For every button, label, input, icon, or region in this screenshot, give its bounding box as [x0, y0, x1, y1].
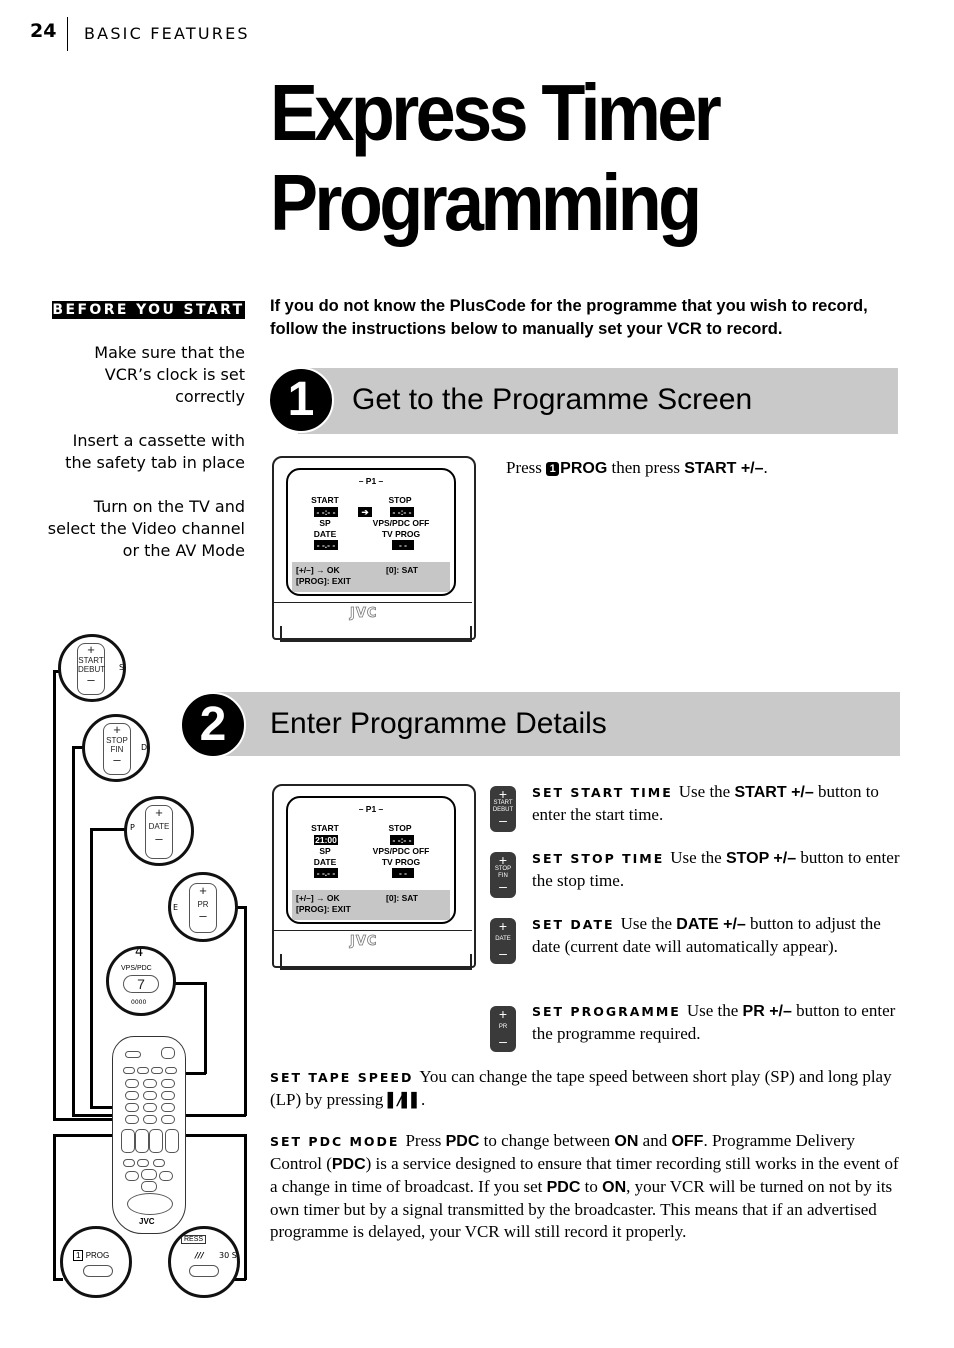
- osd-speed: SP: [319, 846, 331, 856]
- before-you-start-item: Make sure that the VCR’s clock is set co…: [35, 342, 245, 408]
- page-title: Express Timer Programming: [270, 68, 722, 248]
- osd-stop-label: STOP: [388, 495, 412, 505]
- keyword: SET PROGRAMME: [532, 1004, 681, 1019]
- title-line-1: Express Timer: [270, 68, 722, 157]
- tape-speed-button-callout: RESS /// 30 S: [168, 1226, 240, 1298]
- osd-stop-value: - -:- -: [390, 835, 414, 845]
- osd-tvprog-value: - -: [392, 540, 414, 550]
- pr-button-callout: + PR – E: [168, 872, 238, 942]
- osd-footer-exit: [PROG]: EXIT: [296, 904, 351, 914]
- osd-stop-label: STOP: [388, 823, 412, 833]
- osd-tvprog-label: TV PROG: [381, 529, 421, 539]
- osd-stop-value: - -:- -: [390, 507, 414, 517]
- set-date-text: SET DATE Use the DATE +/– button to adjus…: [532, 914, 881, 956]
- osd-header: – P1 –: [358, 804, 384, 814]
- step-1-number: 1: [268, 367, 334, 433]
- osd-vps: VPS/PDC OFF: [372, 518, 430, 528]
- osd-start-value: - -:- -: [314, 507, 338, 517]
- step-1-instruction: Press 1 PROG then press START +/–.: [506, 458, 768, 478]
- set-pdc-mode-text: SET PDC MODE Press PDC to change between …: [270, 1131, 899, 1241]
- text: .: [763, 458, 768, 477]
- keyword: SET START TIME: [532, 785, 673, 800]
- item-line: correctly: [175, 387, 245, 406]
- date-button-icon: + DATE –: [490, 918, 516, 964]
- prog-key-label: 1 PROG: [546, 460, 607, 477]
- stop-button-callout: + STOP FIN – D: [82, 714, 150, 782]
- key-1-icon: 1: [546, 462, 560, 476]
- start-button-label: START +/–: [684, 460, 764, 477]
- tape-speed-icon: ▌/▌▌: [387, 1093, 422, 1109]
- remote-brand: JVC: [139, 1217, 155, 1226]
- item-line: Insert a cassette with: [72, 431, 245, 450]
- osd-speed: SP: [319, 518, 331, 528]
- item-line: the safety tab in place: [65, 453, 245, 472]
- item-line: Make sure that the: [94, 343, 245, 362]
- step-2-title: Enter Programme Details: [270, 707, 607, 740]
- pr-button-icon: + PR –: [490, 1006, 516, 1052]
- jvc-logo: JVC: [350, 606, 378, 622]
- stop-button-icon: + STOP FIN –: [490, 852, 516, 898]
- osd-footer-sat: [0]: SAT: [386, 565, 418, 575]
- vps-pdc-button-callout: 4 VPS/PDC 7 0000: [106, 946, 176, 1016]
- item-line: or the AV Mode: [122, 541, 245, 560]
- osd-start-label: START: [311, 495, 339, 505]
- start-button-icon: + START DEBUT –: [490, 786, 516, 832]
- set-programme-text: SET PROGRAMME Use the PR +/– button to en…: [532, 1001, 896, 1043]
- osd-start-label: START: [311, 823, 339, 833]
- set-start-time-text: SET START TIME Use the START +/– button t…: [532, 782, 879, 824]
- tv-screen-illustration-1: – P1 – START - -:- - ➔ STOP - -:- - SP V…: [272, 456, 476, 644]
- step-1-title: Get to the Programme Screen: [352, 383, 753, 416]
- title-line-2: Programming: [270, 158, 702, 247]
- arrow-icon: ➔: [358, 507, 372, 517]
- osd-header: – P1 –: [358, 476, 384, 486]
- item-line: VCR’s clock is set: [104, 365, 245, 384]
- text: Press: [506, 458, 542, 477]
- osd-screen: – P1 – START - -:- - ➔ STOP - -:- - SP V…: [286, 468, 456, 596]
- step-2-number: 2: [180, 692, 246, 758]
- osd-date-label: DATE: [313, 529, 337, 539]
- osd-footer: [+/–] → OK [PROG]: EXIT [0]: SAT: [292, 562, 450, 592]
- keyword: SET TAPE SPEED: [270, 1070, 414, 1085]
- osd-footer-exit: [PROG]: EXIT: [296, 576, 351, 586]
- keyword: SET PDC MODE: [270, 1134, 400, 1149]
- osd-footer-hint: [+/–] → OK: [296, 893, 340, 903]
- set-tape-speed-text: SET TAPE SPEED You can change the tape sp…: [270, 1067, 892, 1109]
- prog-button-callout: 1 PROG: [60, 1226, 132, 1298]
- before-you-start-item: Turn on the TV and select the Video chan…: [35, 496, 245, 562]
- item-line: select the Video channel: [47, 519, 245, 538]
- before-you-start-heading: BEFORE YOU START: [52, 301, 245, 319]
- page-number: 24: [30, 20, 57, 42]
- osd-vps: VPS/PDC OFF: [372, 846, 430, 856]
- osd-start-value: 21:00: [314, 835, 338, 845]
- osd-tvprog-value: - -: [392, 868, 414, 878]
- prog-label: PROG: [560, 460, 608, 477]
- set-stop-time-text: SET STOP TIME Use the STOP +/– button to …: [532, 848, 900, 890]
- text: then press: [611, 458, 680, 477]
- osd-screen: – P1 – START 21:00 STOP - -:- - SP VPS/P…: [286, 796, 456, 924]
- keyword: SET STOP TIME: [532, 851, 665, 866]
- tv-screen-illustration-2: – P1 – START 21:00 STOP - -:- - SP VPS/P…: [272, 784, 476, 972]
- osd-date-value: - -.- -: [314, 868, 338, 878]
- item-line: Turn on the TV and: [93, 497, 245, 516]
- tape-speed-icon: ///: [195, 1251, 204, 1260]
- before-you-start-item: Insert a cassette with the safety tab in…: [35, 430, 245, 474]
- osd-tvprog-label: TV PROG: [381, 857, 421, 867]
- section-label: BASIC FEATURES: [84, 24, 250, 43]
- osd-footer-sat: [0]: SAT: [386, 893, 418, 903]
- intro-text: If you do not know the PlusCode for the …: [270, 297, 868, 338]
- osd-date-value: - -.- -: [314, 540, 338, 550]
- header-divider: [67, 17, 68, 51]
- osd-footer-hint: [+/–] → OK: [296, 565, 340, 575]
- osd-footer: [+/–] → OK [PROG]: EXIT [0]: SAT: [292, 890, 450, 920]
- date-button-callout: + DATE – P: [124, 796, 194, 866]
- keyword: SET DATE: [532, 917, 615, 932]
- start-button-callout: + START DEBUT – S: [58, 634, 126, 702]
- jvc-logo: JVC: [350, 934, 378, 950]
- osd-date-label: DATE: [313, 857, 337, 867]
- remote-control-icon: JVC: [112, 1036, 186, 1234]
